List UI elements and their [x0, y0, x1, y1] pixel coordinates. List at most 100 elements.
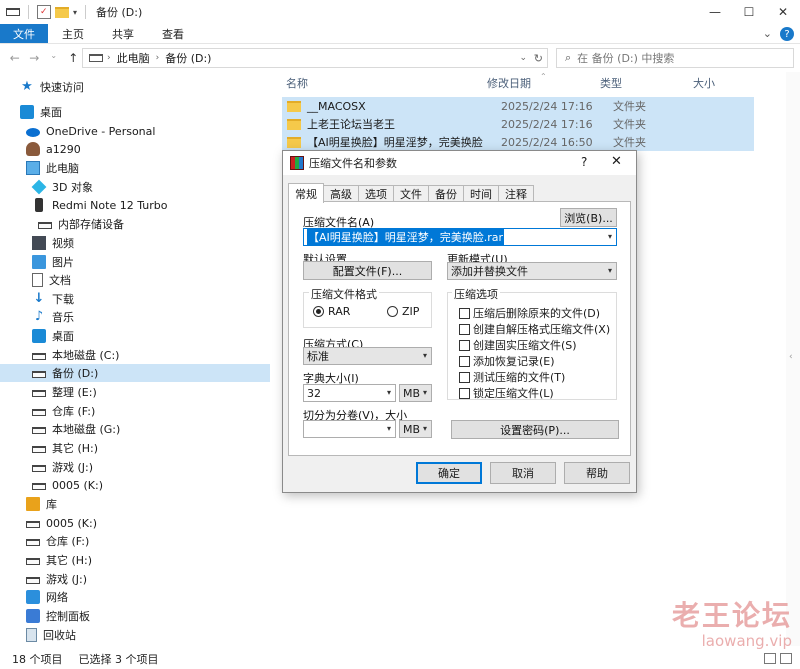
option-recovery-record[interactable]: 添加恢复记录(E): [459, 353, 555, 369]
sidebar-item-videos[interactable]: 视频: [0, 234, 270, 252]
breadcrumb-current-drive[interactable]: 备份 (D:): [165, 50, 211, 66]
chevron-down-icon[interactable]: ▾: [608, 266, 612, 275]
tab-view[interactable]: 查看: [148, 24, 198, 43]
split-volumes-input[interactable]: ▾: [303, 420, 396, 438]
option-delete-after[interactable]: 压缩后删除原来的文件(D): [459, 305, 600, 321]
column-header-size[interactable]: 大小: [693, 72, 715, 94]
sidebar-item-drive-d[interactable]: 备份 (D:): [0, 364, 270, 382]
chevron-right-icon[interactable]: ›: [156, 53, 160, 63]
chevron-down-icon[interactable]: ▾: [423, 388, 427, 397]
tab-files[interactable]: 文件: [393, 185, 429, 202]
dialog-close-button[interactable]: ✕: [611, 154, 622, 169]
sidebar-item-documents[interactable]: 文档: [0, 271, 270, 289]
sidebar-item-drive-j[interactable]: 游戏 (J:): [0, 458, 270, 476]
large-icons-view-icon[interactable]: [780, 653, 792, 664]
details-view-icon[interactable]: [764, 653, 776, 664]
option-lock-archive[interactable]: 锁定压缩文件(L): [459, 385, 554, 401]
chevron-down-icon[interactable]: ▾: [423, 424, 427, 433]
format-rar-radio[interactable]: RAR: [313, 305, 350, 318]
expand-ribbon-icon[interactable]: ⌄: [763, 27, 772, 41]
sidebar-item-network[interactable]: 网络: [0, 588, 270, 606]
sidebar-item-phone[interactable]: Redmi Note 12 Turbo: [0, 196, 270, 214]
split-unit-select[interactable]: MB ▾: [399, 420, 432, 438]
archive-name-input[interactable]: 【AI明星换脸】明星淫梦，完美换脸.rar ▾: [303, 228, 617, 246]
customize-toolbar-icon[interactable]: ▾: [73, 8, 77, 17]
tab-file[interactable]: 文件: [0, 24, 48, 43]
sidebar-item-drive-k[interactable]: 0005 (K:): [0, 476, 270, 494]
chevron-down-icon[interactable]: ▾: [387, 424, 391, 433]
tab-home[interactable]: 主页: [48, 24, 98, 43]
address-history-dropdown-icon[interactable]: ⌄: [519, 53, 527, 63]
table-row[interactable]: 上老王论坛当老王 2025/2/24 17:16 文件夹: [282, 115, 754, 133]
column-header-date[interactable]: 修改日期: [487, 72, 531, 94]
sidebar-item-pictures[interactable]: 图片: [0, 253, 270, 271]
search-input[interactable]: ⌕ 在 备份 (D:) 中搜索: [556, 48, 794, 68]
sidebar-item-user[interactable]: a1290: [0, 140, 270, 158]
sidebar-item-internal-storage[interactable]: 内部存储设备: [0, 215, 270, 233]
properties-icon[interactable]: ✓: [37, 5, 51, 19]
tab-options[interactable]: 选项: [358, 185, 394, 202]
breadcrumb-this-pc[interactable]: 此电脑: [117, 50, 150, 66]
sidebar-item-control-panel[interactable]: 控制面板: [0, 607, 270, 625]
new-folder-icon[interactable]: [55, 6, 69, 18]
profiles-button[interactable]: 配置文件(F)...: [303, 261, 432, 280]
sidebar-item-downloads[interactable]: ↓ 下载: [0, 290, 270, 308]
column-header-type[interactable]: 类型: [600, 72, 622, 94]
option-create-sfx[interactable]: 创建自解压格式压缩文件(X): [459, 321, 610, 337]
table-row[interactable]: __MACOSX 2025/2/24 17:16 文件夹: [282, 97, 754, 115]
forward-arrow-icon[interactable]: →: [26, 51, 44, 65]
tab-time[interactable]: 时间: [463, 185, 499, 202]
ok-button[interactable]: 确定: [416, 462, 482, 484]
chevron-left-icon[interactable]: ‹: [789, 352, 793, 362]
dictionary-unit-select[interactable]: MB ▾: [399, 384, 432, 402]
table-row[interactable]: 【AI明星换脸】明星淫梦，完美换脸 2025/2/24 16:50 文件夹: [282, 133, 754, 151]
chevron-right-icon[interactable]: ›: [107, 53, 111, 63]
sidebar-item-desktop[interactable]: 桌面: [0, 103, 270, 121]
maximize-button[interactable]: ☐: [732, 0, 766, 24]
chevron-down-icon[interactable]: ▾: [387, 388, 391, 397]
sidebar-item-music[interactable]: ♪ 音乐: [0, 308, 270, 326]
column-header-name[interactable]: 名称: [286, 72, 308, 94]
help-icon[interactable]: ?: [780, 27, 794, 41]
sidebar-item-this-pc[interactable]: 此电脑: [0, 159, 270, 177]
sidebar-item-drive-f[interactable]: 仓库 (F:): [0, 402, 270, 420]
format-zip-radio[interactable]: ZIP: [387, 305, 419, 318]
close-button[interactable]: ✕: [766, 0, 800, 24]
up-arrow-icon[interactable]: ↑: [65, 51, 83, 65]
set-password-button[interactable]: 设置密码(P)...: [451, 420, 619, 439]
sidebar-item-drive-f-2[interactable]: 仓库 (F:): [0, 532, 270, 550]
chevron-down-icon[interactable]: ▾: [423, 351, 427, 360]
address-bar[interactable]: › 此电脑 › 备份 (D:) ⌄ ↻: [82, 48, 548, 68]
sidebar-item-libraries[interactable]: 库: [0, 495, 270, 513]
sidebar-item-onedrive[interactable]: OneDrive - Personal: [0, 122, 270, 140]
help-button[interactable]: 帮助: [564, 462, 630, 484]
refresh-icon[interactable]: ↻: [534, 52, 543, 65]
tab-general[interactable]: 常规: [288, 183, 324, 203]
sidebar-item-drive-e[interactable]: 整理 (E:): [0, 383, 270, 401]
sidebar-item-recycle-bin[interactable]: 回收站: [0, 626, 270, 644]
sidebar-item-drive-h[interactable]: 其它 (H:): [0, 439, 270, 457]
sidebar-item-drive-j-2[interactable]: 游戏 (J:): [0, 570, 270, 588]
tab-backup[interactable]: 备份: [428, 185, 464, 202]
option-test-files[interactable]: 测试压缩的文件(T): [459, 369, 565, 385]
sidebar-item-drive-h-2[interactable]: 其它 (H:): [0, 551, 270, 569]
sidebar-item-drive-g[interactable]: 本地磁盘 (G:): [0, 420, 270, 438]
update-mode-select[interactable]: 添加并替换文件 ▾: [447, 262, 617, 280]
tab-advanced[interactable]: 高级: [323, 185, 359, 202]
dialog-help-button[interactable]: ?: [581, 155, 587, 169]
vertical-scrollbar[interactable]: ‹: [786, 72, 800, 646]
chevron-down-icon[interactable]: ▾: [608, 232, 612, 241]
browse-button[interactable]: 浏览(B)...: [560, 208, 617, 227]
tab-share[interactable]: 共享: [98, 24, 148, 43]
dictionary-size-select[interactable]: 32 ▾: [303, 384, 396, 402]
compression-method-select[interactable]: 标准 ▾: [303, 347, 432, 365]
cancel-button[interactable]: 取消: [490, 462, 556, 484]
sidebar-item-desktop-pc[interactable]: 桌面: [0, 327, 270, 345]
back-arrow-icon[interactable]: ←: [6, 51, 24, 65]
option-solid-archive[interactable]: 创建固实压缩文件(S): [459, 337, 577, 353]
tab-comment[interactable]: 注释: [498, 185, 534, 202]
recent-locations-icon[interactable]: ⌄: [45, 51, 63, 65]
sidebar-item-quick-access[interactable]: ★ 快速访问: [0, 78, 270, 96]
sidebar-item-drive-c[interactable]: 本地磁盘 (C:): [0, 346, 270, 364]
sidebar-item-3d-objects[interactable]: 3D 对象: [0, 178, 270, 196]
